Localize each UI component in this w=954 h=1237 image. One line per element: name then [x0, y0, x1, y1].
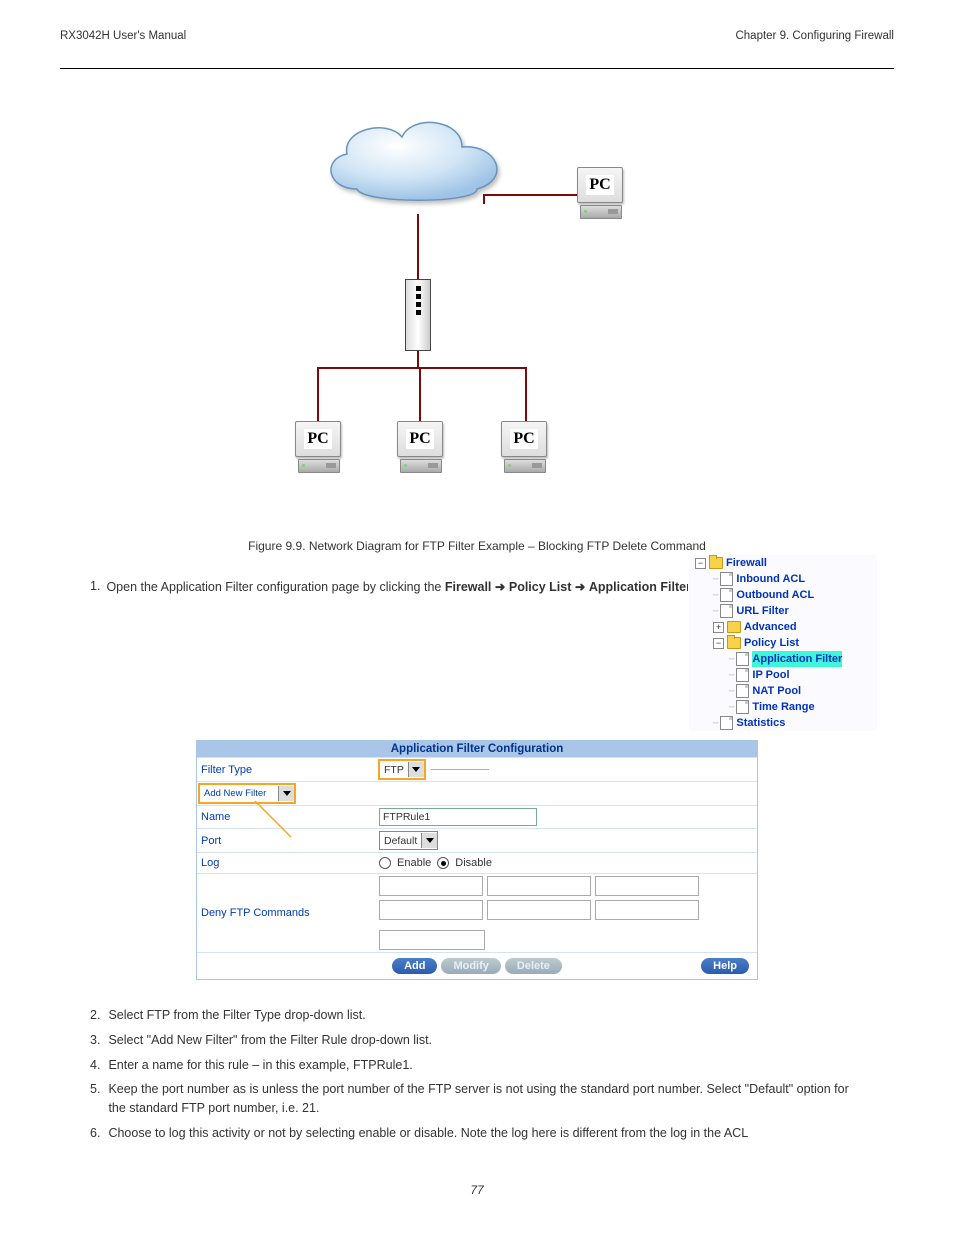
step-3: 3.Select "Add New Filter" from the Filte… [90, 1031, 864, 1050]
deny-commands-label: Deny FTP Commands [197, 905, 375, 921]
modify-button[interactable]: Modify [441, 958, 500, 974]
arrow-icon: ➜ [495, 580, 505, 594]
document-icon [720, 588, 733, 602]
tree-item-policy-list[interactable]: − Policy List [689, 635, 877, 651]
filter-rule-select[interactable]: Add New Filter [199, 784, 295, 803]
deny-cmd-input[interactable] [379, 900, 483, 920]
pc-icon: PC [397, 421, 445, 473]
log-enable-radio[interactable] [379, 857, 391, 869]
page-number: 77 [60, 1183, 894, 1197]
step-2: 2.Select FTP from the Filter Type drop-d… [90, 1006, 864, 1025]
document-icon [736, 668, 749, 682]
step-5: 5.Keep the port number as is unless the … [90, 1080, 864, 1118]
folder-icon [727, 621, 741, 633]
pc-icon: PC [501, 421, 549, 473]
chevron-down-icon[interactable] [278, 786, 294, 801]
name-input[interactable]: FTPRule1 [379, 808, 537, 826]
port-select[interactable]: Default [379, 831, 438, 850]
document-icon [736, 700, 749, 714]
add-button[interactable]: Add [392, 958, 437, 974]
tree-item-firewall[interactable]: − Firewall [689, 555, 877, 571]
log-disable-radio[interactable] [437, 857, 449, 869]
deny-cmd-input[interactable] [595, 876, 699, 896]
folder-icon [727, 637, 741, 649]
log-label: Log [197, 855, 375, 871]
log-enable-label: Enable [397, 857, 431, 869]
network-diagram: PC PC PC PC [287, 109, 667, 509]
header-rule [60, 68, 894, 69]
deny-commands-grid [379, 876, 699, 920]
filter-type-select[interactable]: FTP [379, 760, 425, 779]
chevron-down-icon[interactable] [408, 762, 424, 777]
tree-item-url-filter[interactable]: ┈ URL Filter [689, 603, 877, 619]
tree-item-inbound-acl[interactable]: ┈ Inbound ACL [689, 571, 877, 587]
filter-type-label: Filter Type [197, 762, 375, 778]
tree-item-time-range[interactable]: ┈ Time Range [689, 699, 877, 715]
document-icon [720, 572, 733, 586]
port-label: Port [197, 833, 375, 849]
tree-item-outbound-acl[interactable]: ┈ Outbound ACL [689, 587, 877, 603]
config-panel: Application Filter Configuration Filter … [196, 740, 758, 980]
router-icon [405, 279, 431, 351]
document-icon [736, 684, 749, 698]
header-right: Chapter 9. Configuring Firewall [735, 30, 894, 42]
folder-icon [709, 557, 723, 569]
tree-item-statistics[interactable]: ┈ Statistics [689, 715, 877, 731]
deny-cmd-input[interactable] [379, 930, 485, 950]
pc-icon: PC [295, 421, 343, 473]
name-label: Name [197, 809, 375, 825]
help-button[interactable]: Help [701, 958, 749, 974]
expand-icon[interactable]: + [713, 622, 724, 633]
tree-item-ip-pool[interactable]: ┈ IP Pool [689, 667, 877, 683]
tree-item-nat-pool[interactable]: ┈ NAT Pool [689, 683, 877, 699]
arrow-icon: ➜ [575, 580, 585, 594]
delete-button[interactable]: Delete [505, 958, 562, 974]
figure-caption: Figure 9.9. Network Diagram for FTP Filt… [60, 539, 894, 553]
step-6: 6.Choose to log this activity or not by … [90, 1124, 864, 1143]
deny-cmd-input[interactable] [595, 900, 699, 920]
log-disable-label: Disable [455, 857, 492, 869]
nav-tree: − Firewall ┈ Inbound ACL ┈ Outbound ACL … [688, 554, 878, 732]
deny-cmd-input[interactable] [487, 876, 591, 896]
step-4: 4.Enter a name for this rule – in this e… [90, 1056, 864, 1075]
deny-cmd-input[interactable] [487, 900, 591, 920]
deny-cmd-input[interactable] [379, 876, 483, 896]
header-left: RX3042H User's Manual [60, 30, 186, 42]
chevron-down-icon[interactable] [421, 833, 437, 848]
cloud-icon [317, 109, 517, 222]
document-icon [720, 716, 733, 730]
document-icon [720, 604, 733, 618]
callout-line [431, 769, 489, 771]
pc-icon: PC [577, 167, 625, 219]
tree-item-application-filter[interactable]: ┈ Application Filter [689, 651, 877, 667]
document-icon [736, 652, 749, 666]
tree-item-advanced[interactable]: + Advanced [689, 619, 877, 635]
collapse-icon[interactable]: − [713, 638, 724, 649]
panel-title: Application Filter Configuration [197, 741, 757, 757]
collapse-icon[interactable]: − [695, 558, 706, 569]
